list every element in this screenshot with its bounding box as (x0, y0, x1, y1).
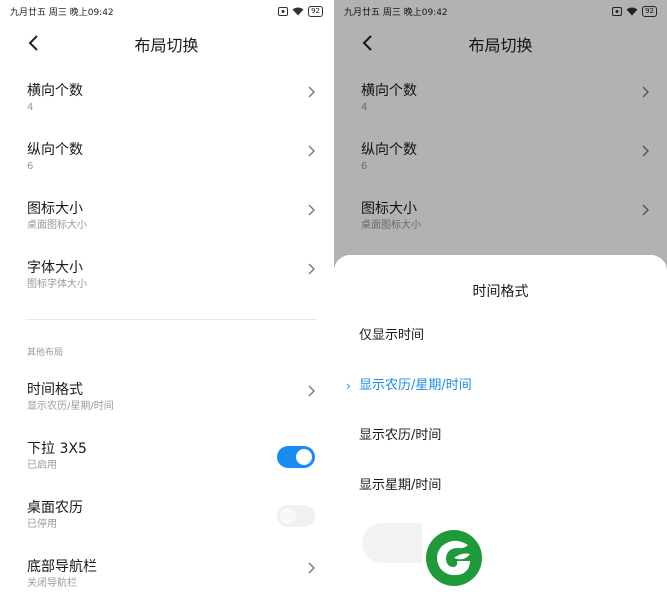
option-time-only[interactable]: 仅显示时间 (334, 311, 667, 361)
battery-icon: 92 (308, 5, 323, 17)
row-value: 图标字体大小 (27, 279, 87, 290)
chevron-right-icon (308, 385, 315, 397)
chevron-right-icon (308, 204, 315, 216)
setting-row-font-size[interactable]: 字体大小 图标字体大小 (0, 243, 333, 302)
setting-row-icon-size[interactable]: 图标大小 桌面图标大小 (0, 184, 333, 243)
toggle-knob (296, 449, 312, 465)
status-bar: 九月廿五 周三 晚上09:42 92 (0, 0, 333, 22)
setting-row-lunar: 桌面农历 已停用 (0, 483, 333, 542)
chevron-right-icon (308, 263, 315, 275)
page-title: 布局切换 (134, 36, 199, 55)
option-label: 显示农历/时间 (359, 428, 442, 443)
row-title: 纵向个数 (27, 142, 83, 158)
chevron-right-icon (308, 562, 315, 574)
setting-row-pulldown: 下拉 3X5 已启用 (0, 424, 333, 483)
option-label: 显示农历/星期/时间 (359, 378, 472, 393)
row-title: 字体大小 (27, 260, 83, 276)
selected-chevron-icon: › (346, 379, 351, 393)
wifi-icon (292, 7, 304, 15)
pulldown-toggle[interactable] (277, 446, 315, 468)
setting-row-rows[interactable]: 纵向个数 6 (0, 125, 333, 184)
option-week-time[interactable]: 显示星期/时间 (334, 461, 667, 511)
setting-row-nav-bar[interactable]: 底部导航栏 关闭导航栏 (0, 542, 333, 596)
row-title: 下拉 3X5 (27, 441, 87, 457)
row-value: 4 (27, 102, 34, 113)
back-button[interactable] (24, 33, 44, 53)
option-lunar-week-time[interactable]: › 显示农历/星期/时间 (334, 361, 667, 411)
alarm-icon (278, 6, 289, 16)
row-value: 关闭导航栏 (27, 578, 77, 589)
row-value: 桌面图标大小 (27, 220, 87, 231)
row-value: 显示农历/星期/时间 (27, 401, 114, 412)
row-title: 桌面农历 (27, 500, 83, 516)
title-bar: 布局切换 (0, 22, 333, 66)
row-title: 图标大小 (27, 201, 83, 217)
option-lunar-time[interactable]: 显示农历/时间 (334, 411, 667, 461)
row-value: 已停用 (27, 519, 57, 530)
section-label: 其他布局 (27, 348, 64, 358)
chevron-right-icon (308, 86, 315, 98)
status-datetime: 九月廿五 周三 晚上09:42 (10, 7, 114, 18)
leaf-logo-icon (426, 530, 482, 586)
time-format-dialog: 时间格式 仅显示时间 › 显示农历/星期/时间 显示农历/时间 显示星期/时间 (334, 255, 667, 596)
row-title: 横向个数 (27, 83, 83, 99)
row-title: 底部导航栏 (27, 559, 97, 575)
settings-screen-with-dialog: 九月廿五 周三 晚上09:42 92 布局切换 横向个数 4 纵向个数 6 图标… (334, 0, 667, 596)
settings-screen: 九月廿五 周三 晚上09:42 92 布局切换 横向个数 4 纵向个数 6 图标… (0, 0, 333, 596)
row-value: 已启用 (27, 460, 57, 471)
dialog-title: 时间格式 (472, 284, 529, 300)
setting-row-time-format[interactable]: 时间格式 显示农历/星期/时间 (0, 365, 333, 424)
setting-row-columns[interactable]: 横向个数 4 (0, 66, 333, 125)
dialog-cancel-button[interactable] (362, 523, 422, 563)
chevron-right-icon (308, 145, 315, 157)
option-label: 仅显示时间 (359, 328, 425, 343)
row-value: 6 (27, 161, 34, 172)
lunar-toggle[interactable] (277, 505, 315, 527)
toggle-knob (280, 508, 296, 524)
option-label: 显示星期/时间 (359, 478, 442, 493)
row-title: 时间格式 (27, 382, 83, 398)
